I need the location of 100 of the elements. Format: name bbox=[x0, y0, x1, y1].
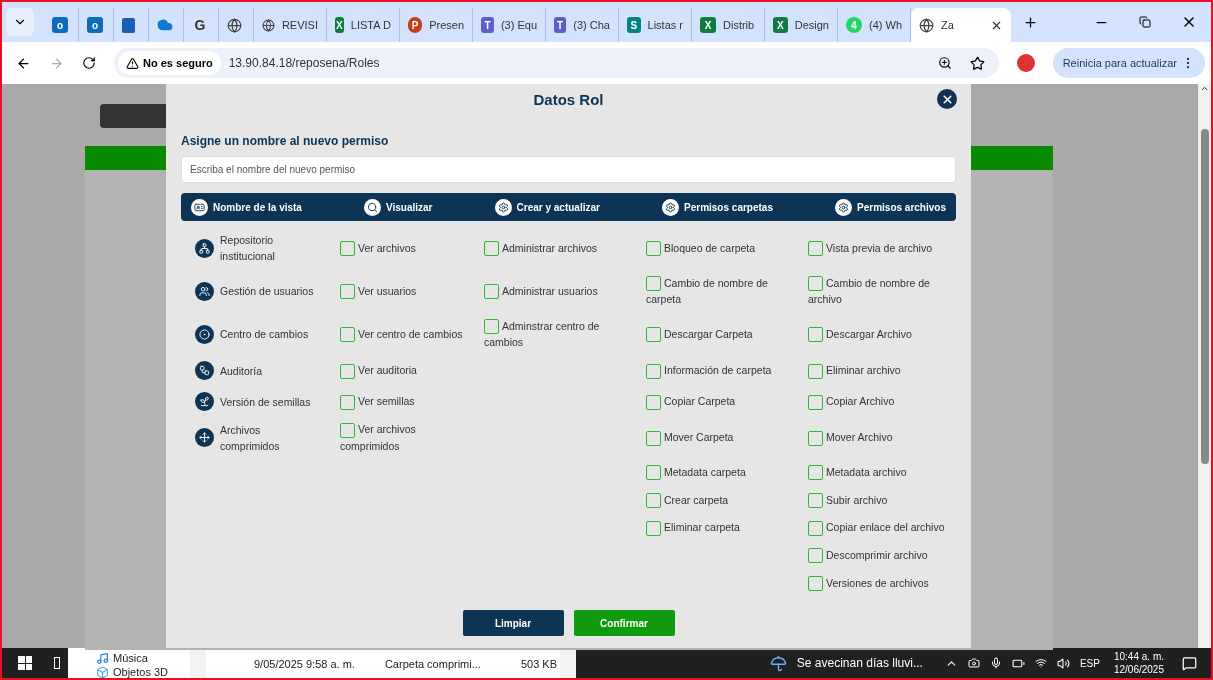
permission-checkbox[interactable]: Descargar Carpeta bbox=[646, 325, 786, 343]
music-note-icon bbox=[96, 651, 109, 665]
view-icon bbox=[195, 392, 214, 411]
column-header: Nombre de la vista bbox=[213, 200, 302, 215]
permission-checkbox[interactable]: Adminstrar centro de cambios bbox=[484, 317, 624, 351]
permission-checkbox[interactable]: Información de carpeta bbox=[646, 362, 786, 379]
permission-checkbox[interactable]: Ver centro de cambios bbox=[340, 325, 472, 343]
clock-time[interactable]: 10:44 a. m. bbox=[1113, 650, 1164, 663]
view-name: Versión de semillas bbox=[220, 394, 312, 410]
app-icon: T bbox=[481, 17, 494, 33]
weather-icon[interactable] bbox=[769, 654, 787, 672]
bookmark-star-icon[interactable] bbox=[969, 55, 985, 71]
start-icon[interactable] bbox=[18, 656, 32, 670]
restore-icon[interactable] bbox=[1139, 16, 1151, 28]
volume-icon[interactable] bbox=[1056, 656, 1070, 670]
view-icon bbox=[195, 324, 214, 344]
app-icon: X bbox=[335, 17, 344, 33]
scrollbar[interactable] bbox=[1198, 84, 1211, 648]
file-size: 503 KB bbox=[520, 657, 557, 672]
permission-checkbox[interactable]: Mover Carpeta bbox=[646, 429, 786, 446]
update-button[interactable]: Reinicia para actualizar bbox=[1052, 48, 1205, 78]
permission-checkbox[interactable]: Subir archivo bbox=[808, 491, 958, 509]
clock-date[interactable]: 12/06/2025 bbox=[1113, 663, 1164, 676]
permission-checkbox[interactable]: Ver archivos bbox=[340, 239, 472, 257]
url-text: 13.90.84.18/reposena/Roles bbox=[228, 55, 380, 72]
nav-item[interactable]: Objetos 3D bbox=[96, 666, 190, 678]
view-name: Gestión de usuarios bbox=[220, 284, 315, 299]
clear-button[interactable]: Limpiar bbox=[462, 610, 564, 636]
camera-icon[interactable] bbox=[967, 657, 980, 669]
app-icon: G bbox=[192, 17, 208, 33]
close-button[interactable] bbox=[937, 89, 957, 109]
permission-checkbox[interactable]: Eliminar carpeta bbox=[646, 519, 786, 536]
permission-checkbox[interactable]: Copiar enlace del archivo bbox=[808, 519, 958, 536]
app-icon: X bbox=[700, 17, 716, 33]
app-icon: X bbox=[773, 17, 788, 33]
permission-checkbox[interactable]: Crear carpeta bbox=[646, 491, 786, 509]
app-icon: o bbox=[52, 17, 68, 33]
notification-icon[interactable] bbox=[1182, 655, 1197, 671]
name-input[interactable]: Escriba el nombre del nuevo permiso bbox=[181, 156, 956, 183]
permission-checkbox[interactable]: Ver auditoria bbox=[340, 362, 472, 379]
permission-checkbox[interactable]: Mover Archivo bbox=[808, 429, 958, 446]
weather-text[interactable]: Se avecinan días lluvi... bbox=[796, 654, 923, 672]
permission-checkbox[interactable]: Administrar archivos bbox=[484, 239, 624, 257]
nav-item[interactable]: Música bbox=[96, 650, 190, 667]
reload-icon[interactable] bbox=[82, 56, 96, 70]
back-icon[interactable] bbox=[16, 55, 31, 71]
address-bar[interactable]: No es seguro 13.90.84.18/reposena/Roles bbox=[114, 48, 999, 78]
profile-avatar[interactable] bbox=[1016, 54, 1035, 72]
globe-icon bbox=[262, 17, 275, 33]
globe-icon bbox=[227, 17, 242, 33]
permission-checkbox[interactable]: Bloqueo de carpeta bbox=[646, 239, 786, 257]
view-name: Repositorio institucional bbox=[220, 233, 276, 264]
app-icon: P bbox=[408, 17, 423, 33]
browser-tab[interactable]: Za bbox=[911, 8, 1011, 42]
view-icon bbox=[195, 238, 214, 258]
zoom-icon[interactable] bbox=[937, 56, 952, 70]
microphone-icon[interactable] bbox=[989, 657, 1002, 669]
permission-checkbox[interactable]: Vista previa de archivo bbox=[808, 239, 958, 257]
permission-checkbox[interactable]: Cambio de nombre de carpeta bbox=[646, 274, 786, 308]
permission-checkbox[interactable]: Cambio de nombre de archivo bbox=[808, 274, 958, 308]
permission-checkbox[interactable]: Copiar Carpeta bbox=[646, 393, 786, 410]
permission-checkbox[interactable]: Ver semillas bbox=[340, 393, 472, 410]
confirm-button[interactable]: Confirmar bbox=[573, 610, 675, 636]
permission-checkbox[interactable]: Versiones de archivos bbox=[808, 574, 958, 592]
column-header: Permisos archivos bbox=[857, 200, 946, 215]
app-icon: T bbox=[554, 17, 567, 33]
view-icon bbox=[195, 428, 214, 447]
view-name: Centro de cambios bbox=[220, 327, 310, 342]
new-tab-icon[interactable] bbox=[1023, 14, 1038, 30]
view-icon bbox=[195, 281, 214, 301]
permission-checkbox[interactable]: Metadata archivo bbox=[808, 463, 958, 481]
app-icon: 4 bbox=[846, 17, 862, 33]
task-view-icon[interactable] bbox=[54, 657, 60, 669]
security-chip[interactable]: No es seguro bbox=[118, 51, 221, 75]
permission-checkbox[interactable]: Administrar usuarios bbox=[484, 282, 624, 300]
cloud-icon bbox=[157, 17, 173, 33]
permission-checkbox[interactable]: Metadata carpeta bbox=[646, 463, 786, 481]
card-icon bbox=[191, 198, 208, 216]
globe-icon bbox=[919, 17, 934, 33]
permission-checkbox[interactable]: Copiar Archivo bbox=[808, 393, 958, 410]
network-icon[interactable] bbox=[1034, 657, 1047, 669]
permission-checkbox[interactable]: Descomprimir archivo bbox=[808, 546, 958, 564]
cube-icon bbox=[96, 666, 109, 678]
column-header: Permisos carpetas bbox=[684, 200, 773, 215]
view-name: Auditoría bbox=[220, 363, 264, 379]
file-date: 9/05/2025 9:58 a. m. bbox=[254, 657, 355, 672]
permission-checkbox[interactable]: Eliminar archivo bbox=[808, 362, 958, 379]
app-icon bbox=[122, 17, 135, 33]
permission-checkbox[interactable]: Ver archivos comprimidos bbox=[340, 421, 472, 454]
file-type: Carpeta comprimi... bbox=[384, 657, 481, 672]
dialog-title: Datos Rol bbox=[533, 89, 604, 110]
search-icon bbox=[364, 198, 381, 216]
permission-checkbox[interactable]: Ver usuarios bbox=[340, 282, 472, 300]
app-icon: o bbox=[87, 17, 103, 33]
close-icon bbox=[940, 92, 954, 106]
view-icon bbox=[195, 361, 214, 380]
gear-icon bbox=[494, 198, 512, 216]
scroll-up-icon[interactable] bbox=[1200, 84, 1209, 93]
permission-checkbox[interactable]: Descargar Archivo bbox=[808, 325, 958, 343]
language-indicator[interactable]: ESP bbox=[1079, 655, 1100, 671]
